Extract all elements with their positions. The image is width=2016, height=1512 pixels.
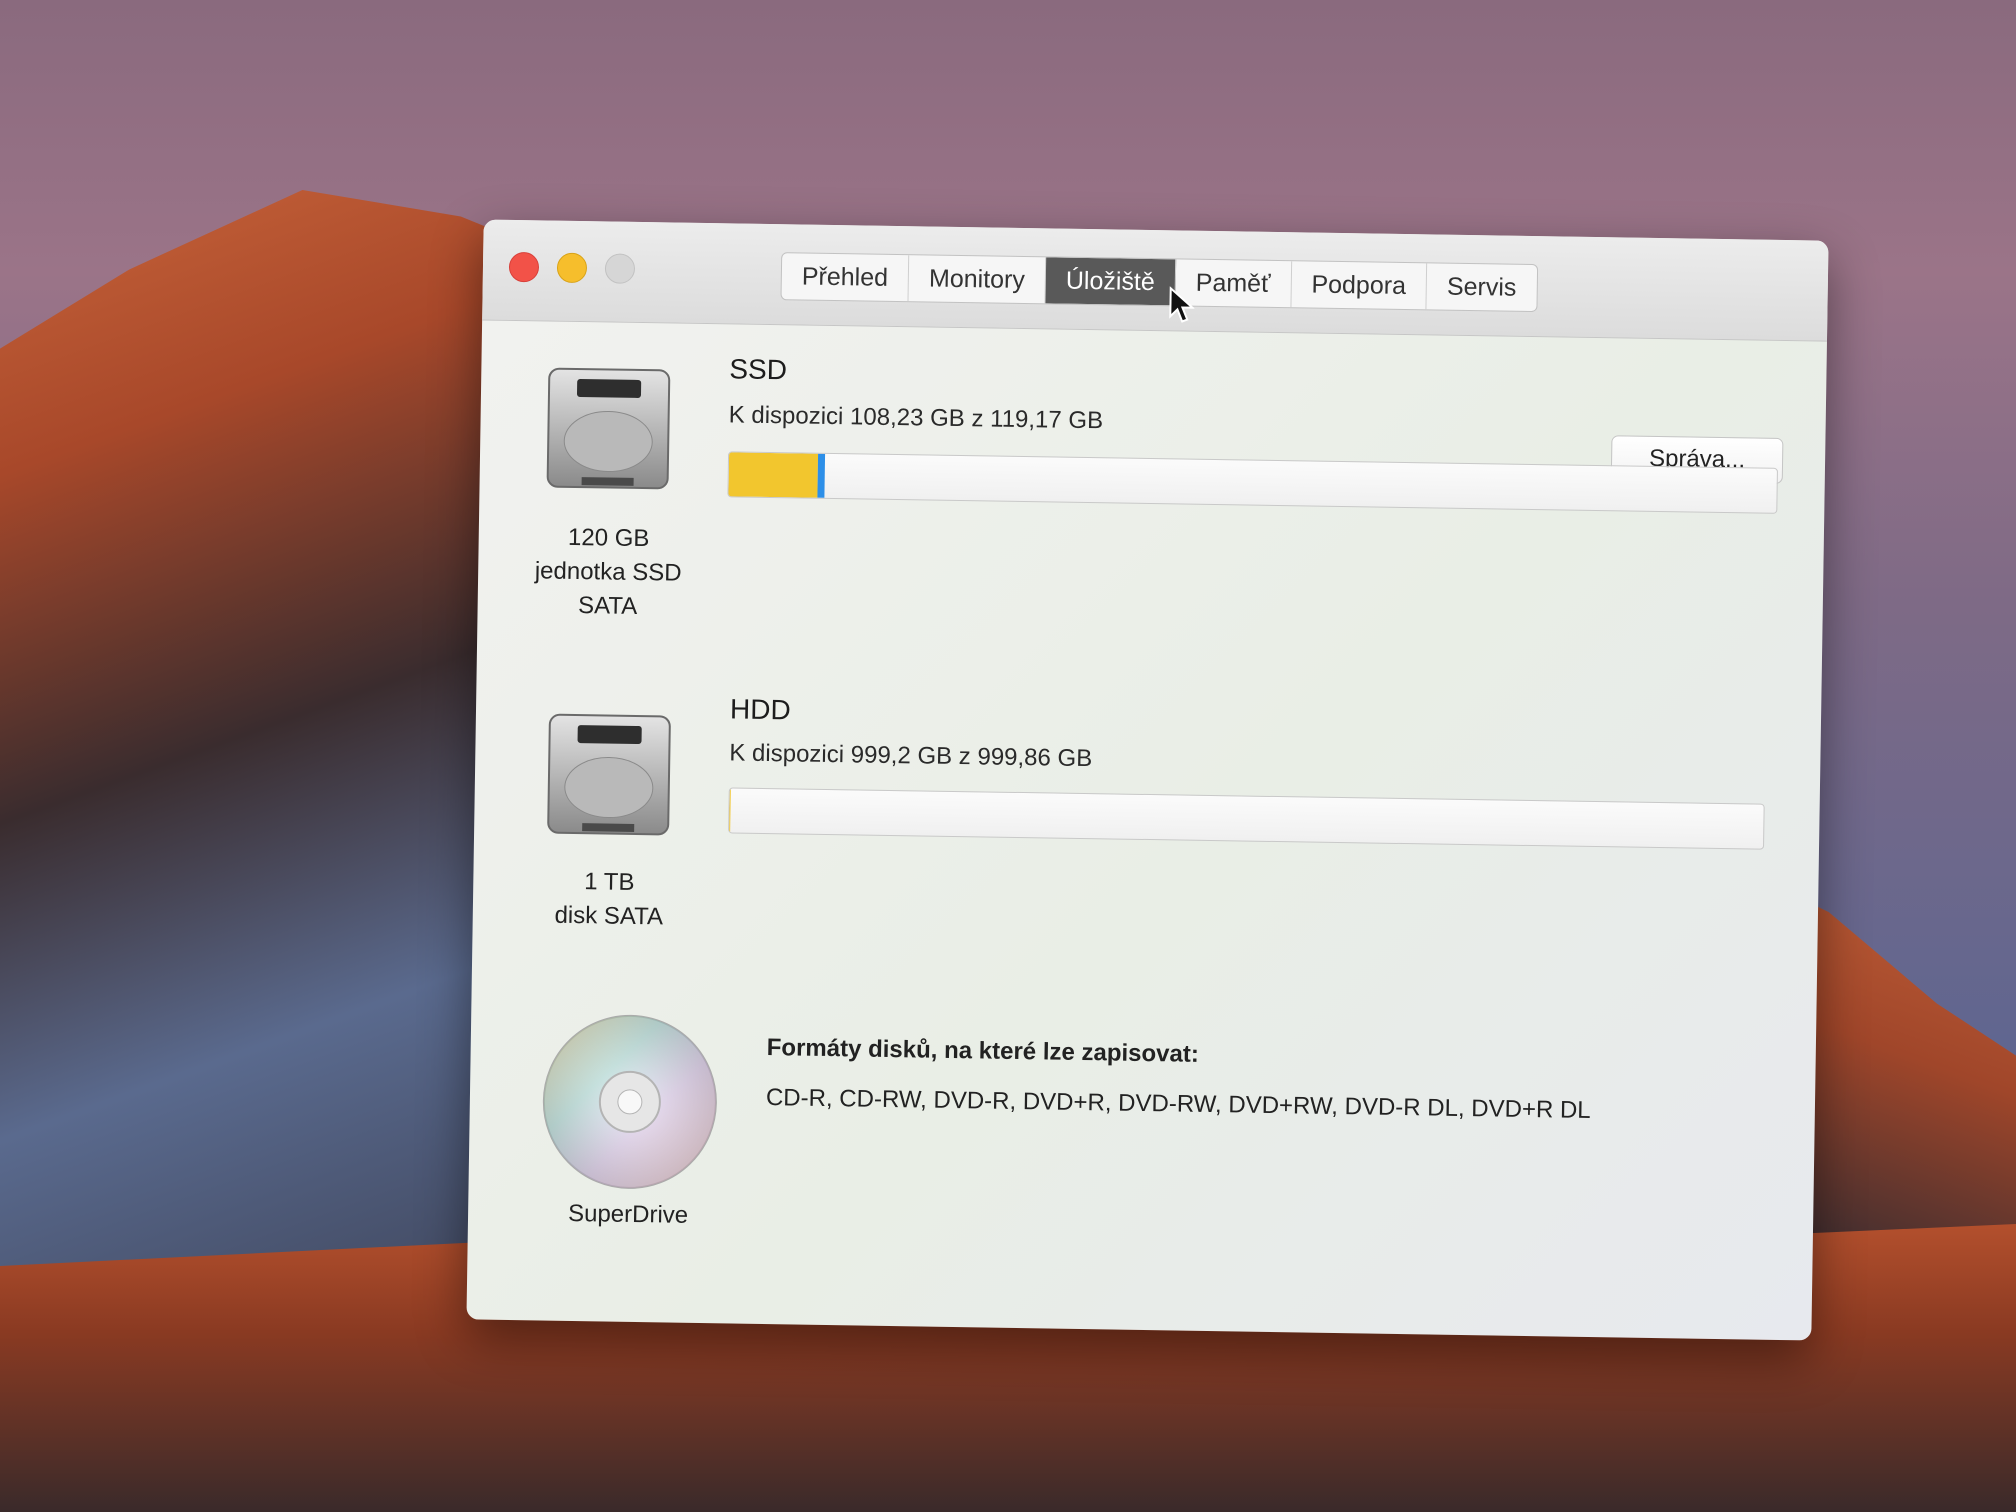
superdrive-disc-icon (542, 1014, 717, 1189)
ssd-description: 120 GB jednotka SSD SATA (507, 520, 709, 625)
hdd-usage-other (729, 788, 731, 833)
hdd-drive-icon (547, 713, 671, 836)
ssd-usage-fill (728, 452, 826, 498)
tab-uloziste[interactable]: Úložiště (1045, 257, 1177, 306)
mouse-pointer-icon (1169, 286, 1195, 323)
ssd-drive-icon (546, 367, 671, 490)
tab-servis[interactable]: Servis (1427, 263, 1537, 311)
hdd-available: K dispozici 999,2 GB z 999,86 GB (729, 739, 1093, 773)
hdd-usage-bar (728, 787, 1765, 850)
tab-podpora[interactable]: Podpora (1291, 261, 1428, 310)
minimize-button[interactable] (556, 252, 588, 284)
hdd-capacity: 1 TB (583, 868, 635, 896)
ssd-interface: SATA (577, 592, 638, 620)
ssd-name: SSD (729, 353, 788, 386)
tab-prehled[interactable]: Přehled (781, 253, 910, 302)
about-this-mac-window: Přehled Monitory Úložiště Paměť Podpora … (466, 219, 1829, 1341)
writable-formats-title: Formáty disků, na které lze zapisovat: (766, 1034, 1200, 1068)
tab-bar: Přehled Monitory Úložiště Paměť Podpora … (780, 252, 1538, 313)
superdrive-label: SuperDrive (567, 1199, 689, 1229)
tab-monitory[interactable]: Monitory (908, 255, 1047, 304)
close-button[interactable] (508, 251, 540, 283)
writable-formats-list: CD-R, CD-RW, DVD-R, DVD+R, DVD-RW, DVD+R… (765, 1084, 1591, 1124)
zoom-button[interactable] (604, 253, 636, 284)
ssd-available: K dispozici 108,23 GB z 119,17 GB (728, 401, 1104, 435)
storage-panel: 120 GB jednotka SSD SATA SSD K dispozici… (466, 319, 1827, 1340)
hdd-name: HDD (729, 693, 791, 726)
hdd-type: disk SATA (554, 901, 664, 931)
hdd-usage-fill (729, 788, 731, 833)
ssd-capacity: 120 GB (567, 523, 650, 553)
ssd-usage-other (728, 452, 819, 498)
ssd-type: jednotka SSD (534, 557, 682, 587)
ssd-usage-apps (817, 453, 826, 498)
hdd-description: 1 TB disk SATA (509, 864, 710, 935)
